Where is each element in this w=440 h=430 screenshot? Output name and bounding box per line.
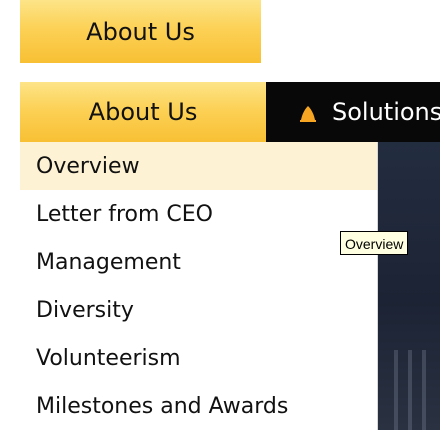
background-stripe (422, 350, 426, 430)
tooltip-text: Overview (345, 236, 404, 252)
dropdown-item-label: Volunteerism (36, 345, 181, 371)
nav-item-solutions[interactable]: Solutions (266, 82, 440, 142)
hero-background (378, 142, 440, 430)
nav-item-about-us[interactable]: About Us (20, 82, 266, 142)
dropdown-item-volunteerism[interactable]: Volunteerism (20, 334, 377, 382)
dropdown-item-label: Letter from CEO (36, 201, 213, 227)
dropdown-item-label: Milestones and Awards (36, 393, 289, 419)
about-us-tab[interactable]: About Us (20, 0, 261, 63)
screen: About Us About Us Solutions Overview Let… (0, 0, 440, 430)
dropdown-item-milestones-and-awards[interactable]: Milestones and Awards (20, 382, 377, 430)
about-us-dropdown: Overview Letter from CEO Management Dive… (20, 142, 378, 430)
dropdown-item-letter-from-ceo[interactable]: Letter from CEO (20, 190, 377, 238)
dropdown-item-diversity[interactable]: Diversity (20, 286, 377, 334)
main-nav: About Us Solutions (20, 82, 440, 142)
dropdown-item-label: Overview (36, 153, 140, 179)
nav-item-about-us-label: About Us (88, 98, 198, 126)
background-stripe (394, 350, 398, 430)
dropdown-item-label: Management (36, 249, 181, 275)
dropdown-item-management[interactable]: Management (20, 238, 377, 286)
tooltip: Overview (340, 231, 409, 255)
dropdown-item-label: Diversity (36, 297, 134, 323)
about-us-tab-label: About Us (86, 17, 195, 46)
background-stripe (408, 350, 412, 430)
bell-icon (298, 102, 318, 122)
dropdown-item-overview[interactable]: Overview (20, 142, 377, 190)
nav-item-solutions-label: Solutions (332, 98, 440, 126)
